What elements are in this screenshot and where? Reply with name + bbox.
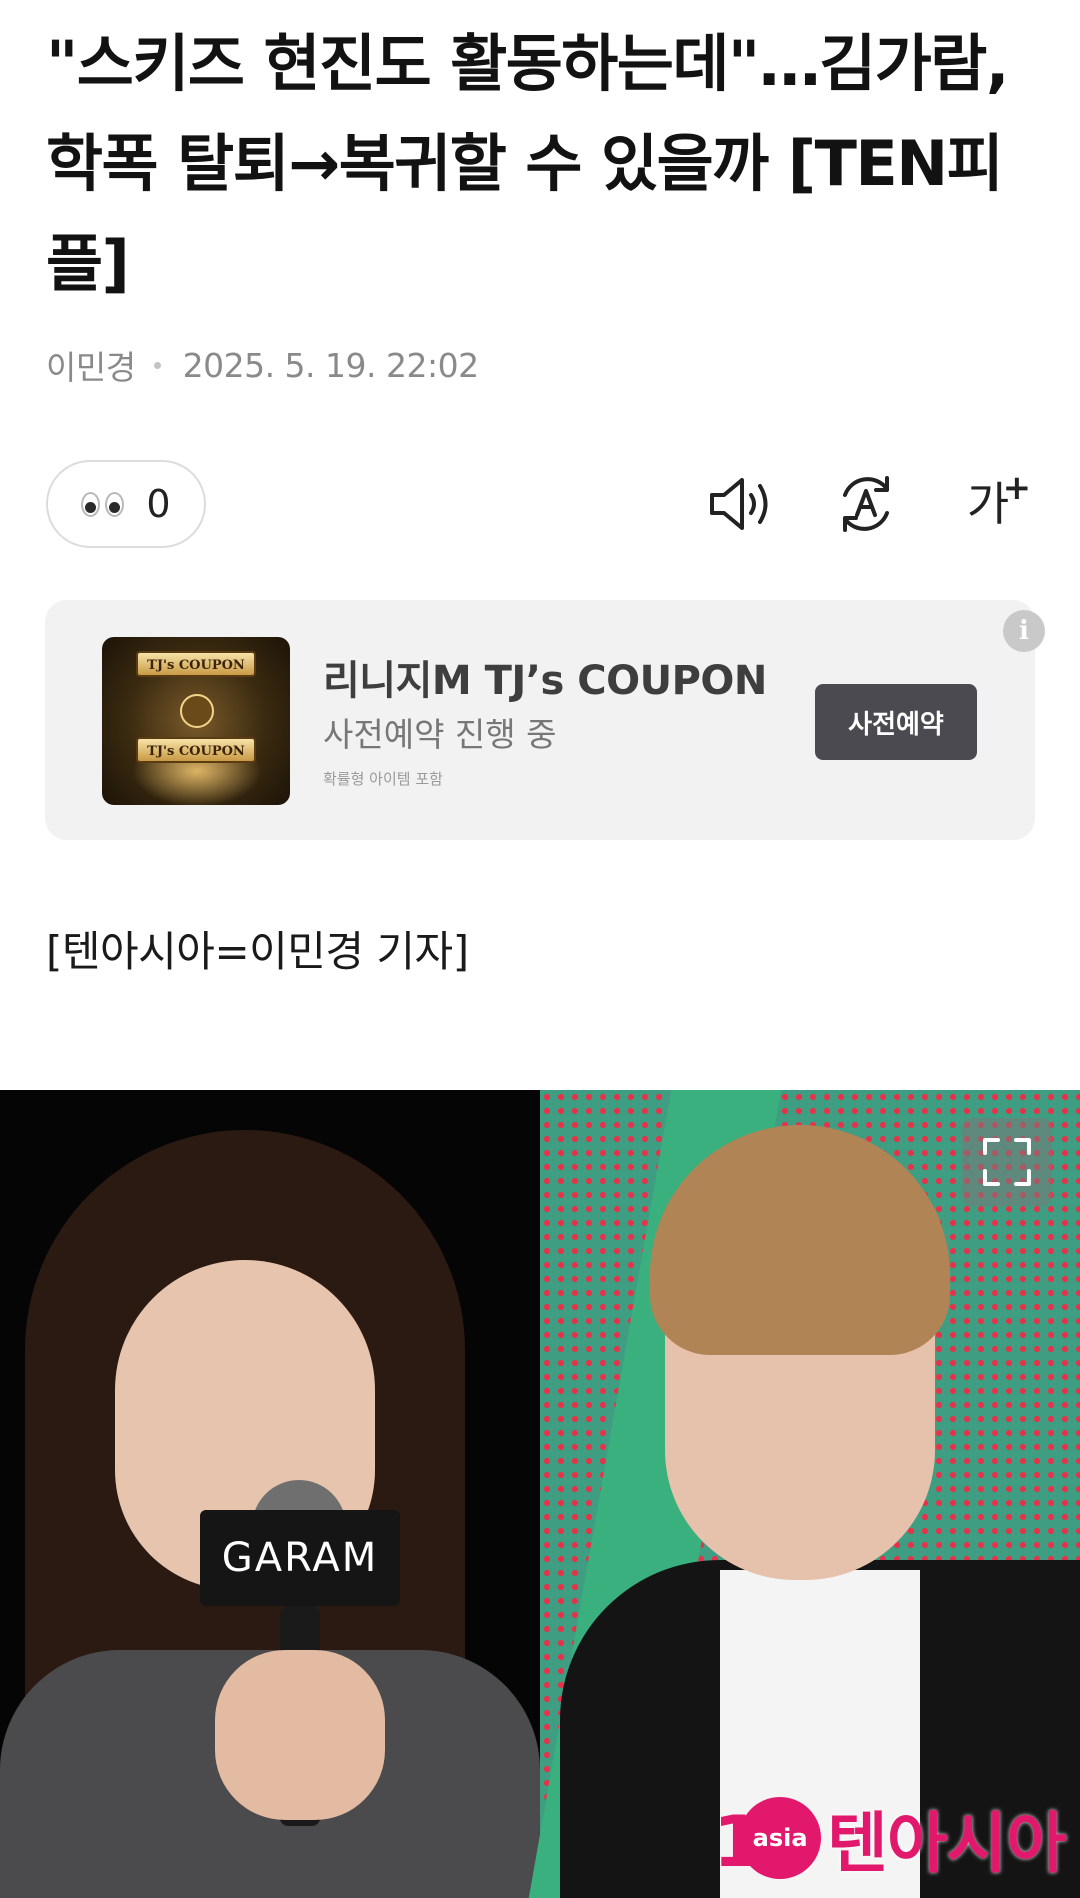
translate-icon [843, 476, 889, 532]
coupon-seal-icon [180, 694, 214, 728]
reaction-button[interactable]: 0 [46, 460, 206, 548]
reaction-count: 0 [146, 482, 171, 526]
font-size-button[interactable]: 가 + [952, 468, 1031, 540]
watermark-text: 텐아시아 [827, 1805, 1067, 1882]
eyes-emoji-icon [81, 491, 125, 517]
tenasia-logo: 1 asia [713, 1797, 822, 1883]
article-byline: 이민경 2025. 5. 19. 22:02 [46, 340, 479, 390]
ad-subtitle: 사전예약 진행 중 [323, 715, 557, 754]
listen-speaker-button[interactable] [705, 468, 777, 540]
article-headline: "스키즈 현진도 활동하는데"…김가람, 학폭 탈퇴→복귀할 수 있을까 [TE… [46, 27, 1009, 300]
mic-flag-label: GARAM [200, 1510, 400, 1606]
fullscreen-icon [983, 1138, 1031, 1186]
ad-info-icon[interactable]: i [1003, 610, 1045, 652]
article-body-first-line: [텐아시아=이민경 기자] [46, 927, 469, 976]
ad-thumb-coupon-bottom: TJ's COUPON [136, 737, 256, 763]
ad-thumbnail[interactable]: TJ's COUPON TJ's COUPON [102, 637, 290, 805]
ad-preregister-button[interactable]: 사전예약 [815, 684, 977, 760]
translate-button[interactable] [830, 468, 902, 540]
author-name[interactable]: 이민경 [46, 341, 136, 389]
ad-title[interactable]: 리니지M TJ’s COUPON [323, 648, 767, 706]
publish-datetime: 2025. 5. 19. 22:02 [182, 345, 480, 385]
article-photo[interactable]: GARAM 1 asia 텐아시아 [0, 1090, 1080, 1898]
ad-banner[interactable]: TJ's COUPON TJ's COUPON 리니지M TJ’s COUPON… [45, 600, 1045, 840]
photo-left-panel: GARAM [0, 1090, 540, 1898]
tenasia-watermark: 1 asia 텐아시아 [713, 1790, 1067, 1886]
photo-right-panel [528, 1090, 1080, 1898]
ad-thumb-coupon-top: TJ's COUPON [136, 651, 256, 677]
font-size-plus: + [1002, 468, 1032, 508]
separator-dot [153, 361, 161, 369]
font-size-icon: 가 + [967, 471, 1031, 527]
speaker-icon [710, 478, 768, 530]
expand-image-button[interactable] [962, 1118, 1052, 1206]
ad-note: 확률형 아이템 포함 [323, 770, 443, 788]
